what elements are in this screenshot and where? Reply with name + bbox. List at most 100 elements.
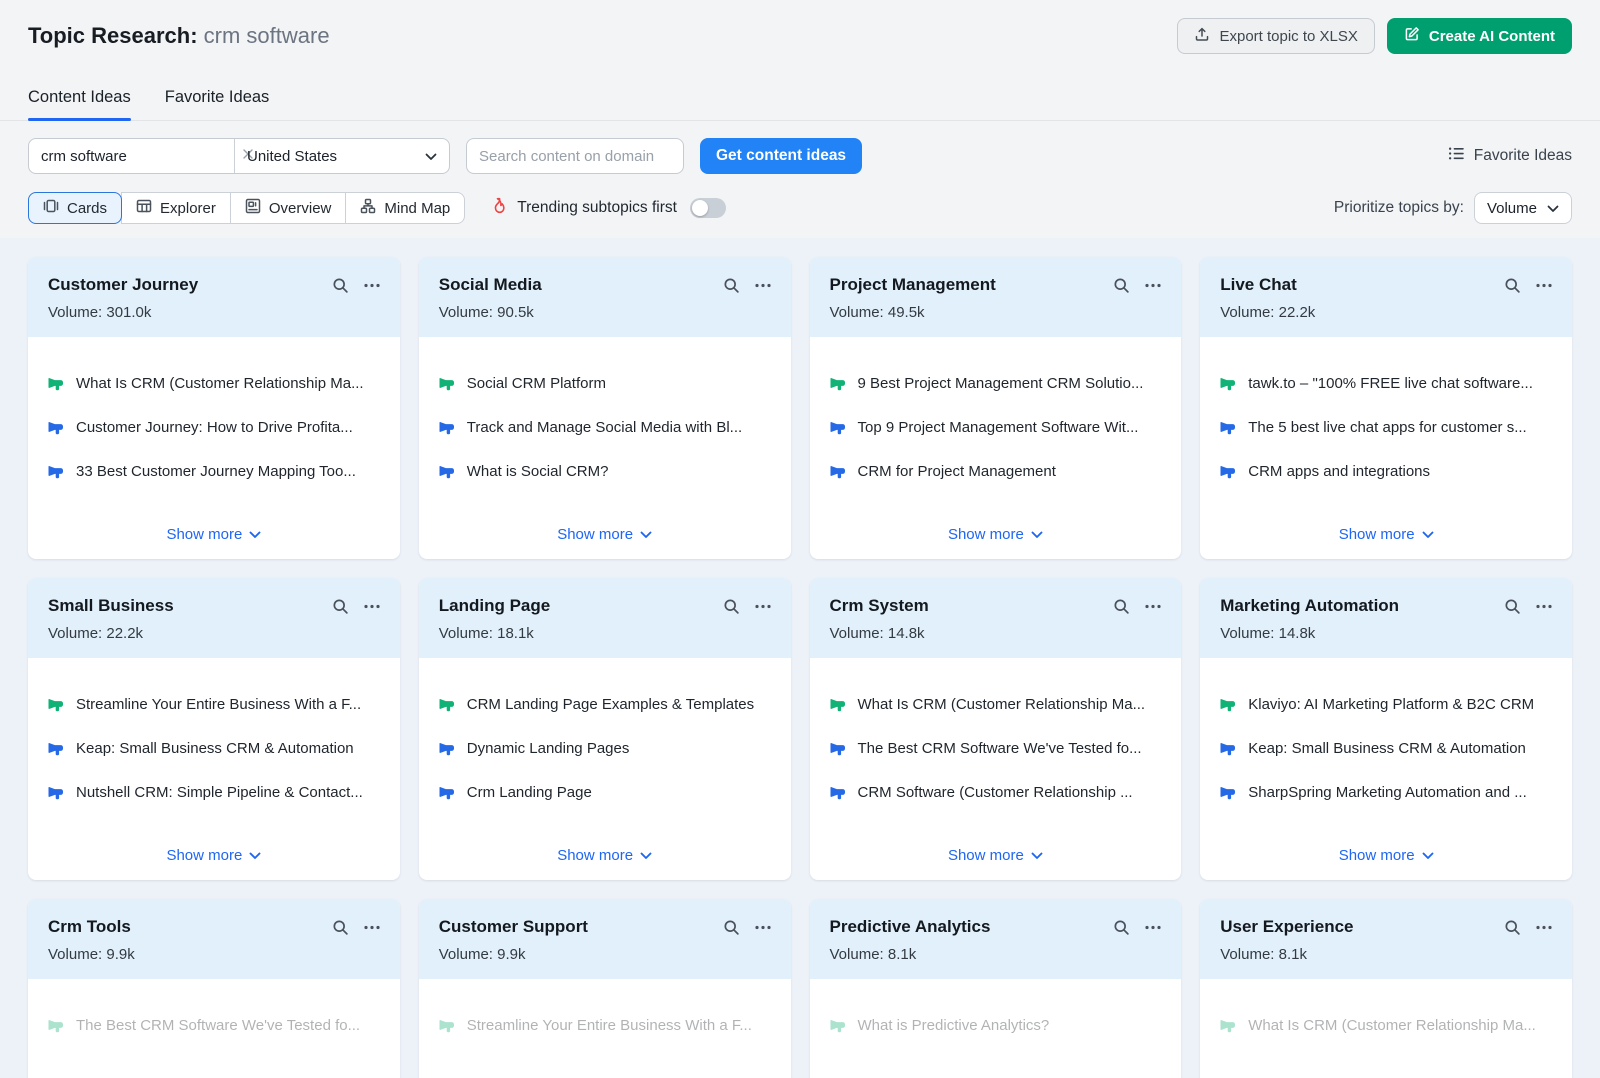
content-idea[interactable]: CRM Landing Page Examples & Templates bbox=[439, 696, 771, 713]
topic-card-header: Small Business Volume: 22.2k bbox=[28, 578, 400, 658]
more-options-icon[interactable] bbox=[364, 604, 380, 609]
flame-icon bbox=[491, 197, 508, 219]
topic-card-body: Streamline Your Entire Business With a F… bbox=[419, 979, 791, 1078]
chevron-down-icon bbox=[1547, 200, 1559, 217]
search-topic-icon[interactable] bbox=[723, 919, 740, 936]
more-options-icon[interactable] bbox=[1145, 925, 1161, 930]
topic-card-header: Customer Support Volume: 9.9k bbox=[419, 899, 791, 979]
more-options-icon[interactable] bbox=[1536, 604, 1552, 609]
prioritize-select[interactable]: Volume bbox=[1474, 192, 1572, 224]
show-more-button[interactable]: Show more bbox=[810, 847, 1182, 864]
more-options-icon[interactable] bbox=[1536, 925, 1552, 930]
view-cards-button[interactable]: Cards bbox=[28, 192, 122, 224]
topic-title: Live Chat bbox=[1220, 275, 1297, 295]
domain-search-input[interactable] bbox=[466, 138, 684, 174]
more-options-icon[interactable] bbox=[1536, 283, 1552, 288]
topic-card-header: Social Media Volume: 90.5k bbox=[419, 257, 791, 337]
idea-list: tawk.to – "100% FREE live chat software.… bbox=[1220, 375, 1552, 480]
show-more-button[interactable]: Show more bbox=[810, 526, 1182, 543]
more-options-icon[interactable] bbox=[755, 925, 771, 930]
content-idea[interactable]: Crm Landing Page bbox=[439, 784, 771, 801]
search-topic-icon[interactable] bbox=[1504, 919, 1521, 936]
content-idea[interactable]: What is Predictive Analytics? bbox=[830, 1017, 1162, 1034]
search-topic-icon[interactable] bbox=[332, 598, 349, 615]
show-more-button[interactable]: Show more bbox=[419, 526, 791, 543]
content-idea[interactable]: The 5 best live chat apps for customer s… bbox=[1220, 419, 1552, 436]
content-idea[interactable]: Klaviyo: AI Marketing Platform & B2C CRM bbox=[1220, 696, 1552, 713]
show-more-button[interactable]: Show more bbox=[1200, 526, 1572, 543]
megaphone-icon bbox=[48, 420, 64, 436]
content-idea[interactable]: The Best CRM Software We've Tested fo... bbox=[48, 1017, 380, 1034]
topic-title: Social Media bbox=[439, 275, 542, 295]
content-idea[interactable]: Customer Journey: How to Drive Profita..… bbox=[48, 419, 380, 436]
sitemap-icon bbox=[360, 198, 376, 218]
content-idea-text: CRM for Project Management bbox=[858, 463, 1056, 480]
show-more-label: Show more bbox=[166, 526, 242, 543]
show-more-button[interactable]: Show more bbox=[28, 526, 400, 543]
content-idea[interactable]: Social CRM Platform bbox=[439, 375, 771, 392]
chevron-down-icon bbox=[640, 847, 652, 864]
topic-card-body: CRM Landing Page Examples & Templates Dy… bbox=[419, 658, 791, 880]
show-more-button[interactable]: Show more bbox=[1200, 847, 1572, 864]
content-idea[interactable]: What Is CRM (Customer Relationship Ma... bbox=[1220, 1017, 1552, 1034]
content-idea[interactable]: What Is CRM (Customer Relationship Ma... bbox=[48, 375, 380, 392]
more-options-icon[interactable] bbox=[755, 283, 771, 288]
view-overview-button[interactable]: Overview bbox=[230, 192, 347, 224]
content-idea[interactable]: CRM Software (Customer Relationship ... bbox=[830, 784, 1162, 801]
export-xlsx-button[interactable]: Export topic to XLSX bbox=[1177, 18, 1374, 54]
search-topic-icon[interactable] bbox=[1504, 598, 1521, 615]
more-options-icon[interactable] bbox=[364, 925, 380, 930]
favorite-ideas-link[interactable]: Favorite Ideas bbox=[1448, 145, 1572, 167]
content-idea[interactable]: Keap: Small Business CRM & Automation bbox=[48, 740, 380, 757]
content-idea[interactable]: Streamline Your Entire Business With a F… bbox=[48, 696, 380, 713]
content-idea[interactable]: 33 Best Customer Journey Mapping Too... bbox=[48, 463, 380, 480]
show-more-button[interactable]: Show more bbox=[28, 847, 400, 864]
view-mindmap-label: Mind Map bbox=[384, 200, 450, 217]
view-explorer-button[interactable]: Explorer bbox=[121, 192, 231, 224]
search-topic-icon[interactable] bbox=[1113, 919, 1130, 936]
content-idea[interactable]: Dynamic Landing Pages bbox=[439, 740, 771, 757]
content-idea[interactable]: What is Social CRM? bbox=[439, 463, 771, 480]
topic-card-header: Crm Tools Volume: 9.9k bbox=[28, 899, 400, 979]
content-idea[interactable]: Streamline Your Entire Business With a F… bbox=[439, 1017, 771, 1034]
content-idea[interactable]: CRM for Project Management bbox=[830, 463, 1162, 480]
get-content-ideas-button[interactable]: Get content ideas bbox=[700, 138, 862, 174]
country-select[interactable]: United States bbox=[234, 139, 449, 173]
tab-content-ideas[interactable]: Content Ideas bbox=[28, 88, 131, 120]
content-idea[interactable]: Nutshell CRM: Simple Pipeline & Contact.… bbox=[48, 784, 380, 801]
content-idea[interactable]: Track and Manage Social Media with Bl... bbox=[439, 419, 771, 436]
tab-favorite-ideas[interactable]: Favorite Ideas bbox=[165, 88, 270, 120]
search-topic-icon[interactable] bbox=[1113, 277, 1130, 294]
keyword-input[interactable] bbox=[41, 148, 240, 165]
show-more-label: Show more bbox=[948, 526, 1024, 543]
content-idea[interactable]: CRM apps and integrations bbox=[1220, 463, 1552, 480]
search-topic-icon[interactable] bbox=[723, 277, 740, 294]
content-idea[interactable]: Top 9 Project Management Software Wit... bbox=[830, 419, 1162, 436]
show-more-button[interactable]: Show more bbox=[419, 847, 791, 864]
page-header: Topic Research: crm software Export topi… bbox=[0, 0, 1600, 54]
more-options-icon[interactable] bbox=[1145, 283, 1161, 288]
topic-title: Predictive Analytics bbox=[830, 917, 991, 937]
content-idea[interactable]: 9 Best Project Management CRM Solutio... bbox=[830, 375, 1162, 392]
search-topic-icon[interactable] bbox=[332, 919, 349, 936]
content-idea[interactable]: The Best CRM Software We've Tested fo... bbox=[830, 740, 1162, 757]
trending-toggle[interactable] bbox=[690, 198, 726, 218]
search-topic-icon[interactable] bbox=[332, 277, 349, 294]
content-idea[interactable]: Keap: Small Business CRM & Automation bbox=[1220, 740, 1552, 757]
search-topic-icon[interactable] bbox=[1504, 277, 1521, 294]
topic-card-header: Crm System Volume: 14.8k bbox=[810, 578, 1182, 658]
search-topic-icon[interactable] bbox=[1113, 598, 1130, 615]
content-idea[interactable]: SharpSpring Marketing Automation and ... bbox=[1220, 784, 1552, 801]
create-ai-content-button[interactable]: Create AI Content bbox=[1387, 18, 1572, 54]
more-options-icon[interactable] bbox=[755, 604, 771, 609]
content-idea-text: The Best CRM Software We've Tested fo... bbox=[76, 1017, 360, 1034]
more-options-icon[interactable] bbox=[1145, 604, 1161, 609]
search-topic-icon[interactable] bbox=[723, 598, 740, 615]
view-mindmap-button[interactable]: Mind Map bbox=[345, 192, 465, 224]
content-idea[interactable]: What Is CRM (Customer Relationship Ma... bbox=[830, 696, 1162, 713]
more-options-icon[interactable] bbox=[364, 283, 380, 288]
content-idea[interactable]: tawk.to – "100% FREE live chat software.… bbox=[1220, 375, 1552, 392]
topic-card-header: Live Chat Volume: 22.2k bbox=[1200, 257, 1572, 337]
megaphone-icon bbox=[1220, 741, 1236, 757]
megaphone-icon bbox=[1220, 464, 1236, 480]
